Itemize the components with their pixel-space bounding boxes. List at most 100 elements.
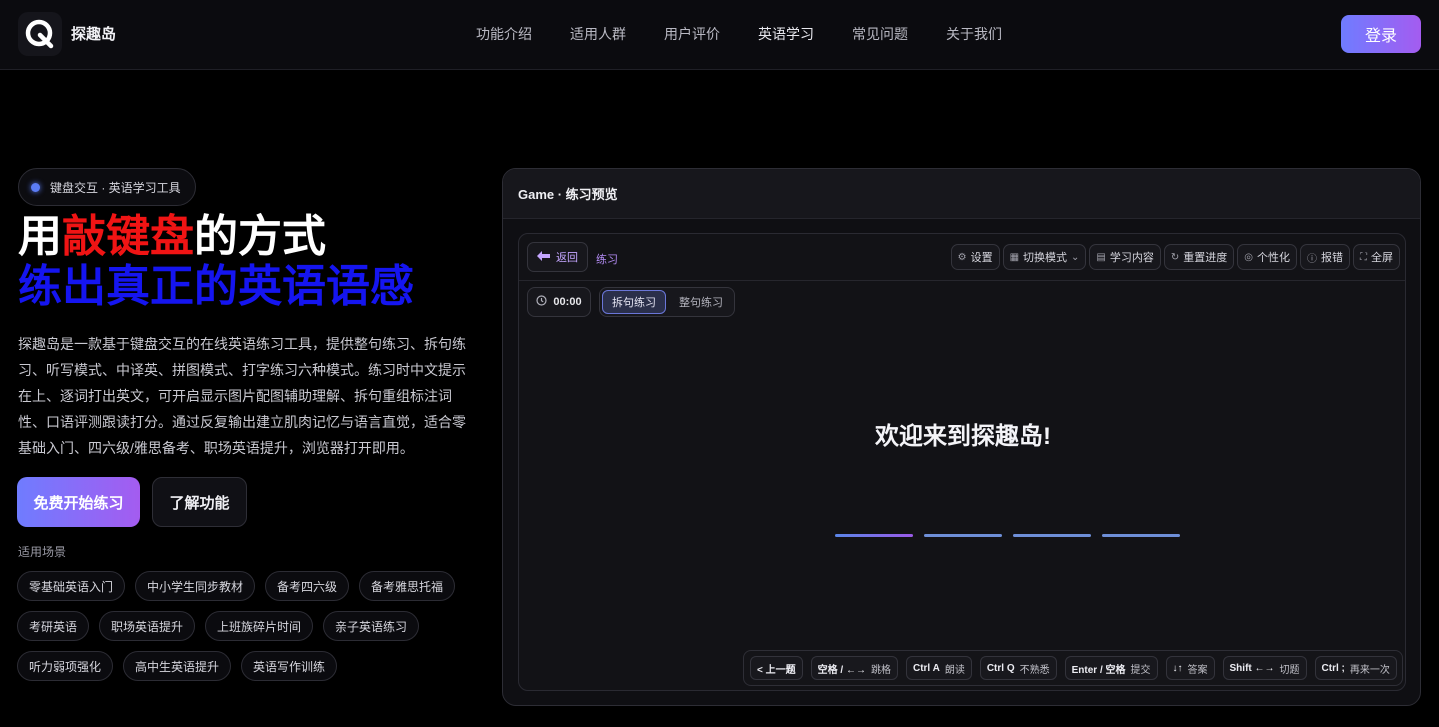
- timer: 00:00: [527, 287, 591, 317]
- game-toolbar: 返回 练习 ⚙ 设置 ▦ 切换模式 ⌄ ▤ 学习内容 ↻ 重置进度 ◎ 个性化 ⓘ 报错 ⛶ 全…: [519, 234, 1405, 281]
- status-dot-icon: [31, 182, 40, 192]
- tool-label: 学习内容: [1109, 252, 1154, 264]
- login-button[interactable]: 登录: [1341, 15, 1421, 53]
- scene-tag[interactable]: 备考四六级: [265, 571, 350, 601]
- shortcut-action: 答案: [1187, 664, 1208, 676]
- learn-features-button[interactable]: 了解功能: [152, 477, 247, 527]
- shortcut-read[interactable]: Ctrl A 朗读: [905, 656, 972, 680]
- settings-button[interactable]: ⚙ 设置: [950, 244, 1000, 270]
- word-slots: [835, 534, 1180, 537]
- shortcut-key: ↓↑: [1172, 662, 1183, 674]
- tool-label: 重置进度: [1183, 252, 1228, 264]
- nav-item-features[interactable]: 功能介绍: [476, 24, 532, 44]
- palette-icon: ◎: [1244, 251, 1253, 263]
- shortcut-action: 朗读: [944, 664, 965, 676]
- mode-switch: 拆句练习 整句练习: [599, 287, 735, 317]
- scene-tag[interactable]: 上班族碎片时间: [205, 611, 314, 641]
- hero-title-highlight: 敲键盘: [62, 212, 194, 261]
- tool-label: 设置: [970, 252, 993, 264]
- alert-icon: ⓘ: [1307, 253, 1317, 265]
- scene-tag[interactable]: 英语写作训练: [241, 651, 338, 681]
- shortcut-key: < 上一题: [757, 664, 796, 676]
- hero-subtitle: 练出真正的英语语感: [18, 262, 414, 311]
- shortcut-submit[interactable]: Enter / 空格 提交: [1064, 656, 1158, 680]
- shortcut-key: Ctrl Q: [986, 662, 1015, 674]
- start-practice-button[interactable]: 免费开始练习: [17, 477, 140, 527]
- shortcut-action: 提交: [1130, 664, 1151, 676]
- tool-buttons: ⚙ 设置 ▦ 切换模式 ⌄ ▤ 学习内容 ↻ 重置进度 ◎ 个性化 ⓘ 报错 ⛶ 全屏: [950, 244, 1400, 270]
- scene-tag[interactable]: 亲子英语练习: [323, 611, 420, 641]
- scenes-label: 适用场景: [18, 545, 67, 559]
- feature-pill: 键盘交互 · 英语学习工具: [18, 168, 196, 206]
- top-navbar: 探趣岛 功能介绍 适用人群 用户评价 英语学习 常见问题 关于我们 登录: [0, 0, 1439, 70]
- scene-tag[interactable]: 听力弱项强化: [17, 651, 114, 681]
- hero-title: 用敲键盘的方式: [18, 212, 326, 262]
- back-label: 返回: [556, 252, 578, 264]
- shortcut-previous[interactable]: < 上一题: [750, 656, 803, 680]
- study-content-button[interactable]: ▤ 学习内容: [1089, 244, 1161, 270]
- fullscreen-button[interactable]: ⛶ 全屏: [1353, 244, 1400, 270]
- tab-full-sentence[interactable]: 整句练习: [670, 290, 732, 314]
- shortcut-action: 切题: [1279, 664, 1300, 676]
- shortcut-key: Ctrl A: [912, 662, 940, 674]
- scene-tag[interactable]: 职场英语提升: [99, 611, 196, 641]
- back-button[interactable]: 返回: [527, 242, 588, 272]
- shortcut-action: 跳格: [870, 664, 891, 676]
- settings-icon: ⚙: [957, 251, 967, 263]
- game-preview-panel: Game · 练习预览 返回 练习 ⚙ 设置 ▦ 切换模式 ⌄ ▤ 学习内容 ↻ 重置进度…: [502, 168, 1421, 706]
- scene-tags: 零基础英语入门 中小学生同步教材 备考四六级 备考雅思托福 考研英语 职场英语提…: [17, 571, 487, 691]
- arrow-left-icon: [537, 250, 550, 264]
- logo-icon[interactable]: [18, 12, 62, 56]
- shortcut-skip[interactable]: 空格 / ←→ 跳格: [810, 656, 898, 680]
- grid-icon: ▦: [1009, 251, 1020, 263]
- fullscreen-icon: ⛶: [1360, 251, 1367, 263]
- reset-progress-button[interactable]: ↻ 重置进度: [1163, 244, 1235, 270]
- word-slot[interactable]: [1013, 534, 1091, 537]
- personalize-button[interactable]: ◎ 个性化: [1237, 244, 1297, 270]
- tool-label: 报错: [1321, 252, 1343, 264]
- brand-name[interactable]: 探趣岛: [71, 23, 116, 44]
- switch-mode-button[interactable]: ▦ 切换模式 ⌄: [1002, 244, 1087, 270]
- shortcut-retry[interactable]: Ctrl ; 再来一次: [1314, 656, 1397, 680]
- word-slot[interactable]: [924, 534, 1002, 537]
- tool-label: 全屏: [1371, 252, 1393, 264]
- hero-title-post: 的方式: [194, 212, 326, 261]
- shortcut-action: 再来一次: [1349, 664, 1390, 676]
- shortcut-key: Shift ←→: [1229, 662, 1275, 674]
- nav-item-about[interactable]: 关于我们: [946, 24, 1002, 44]
- shortcut-key: Enter / 空格: [1071, 664, 1126, 676]
- shortcut-action: 不熟悉: [1019, 664, 1050, 676]
- nav-item-reviews[interactable]: 用户评价: [664, 24, 720, 44]
- clock-icon: [536, 295, 548, 309]
- document-icon: ▤: [1096, 251, 1106, 263]
- shortcut-bar: < 上一题 空格 / ←→ 跳格 Ctrl A 朗读 Ctrl Q 不熟悉 Enter…: [743, 650, 1403, 686]
- report-error-button[interactable]: ⓘ 报错: [1300, 244, 1350, 270]
- word-slot[interactable]: [835, 534, 913, 537]
- chevron-down-icon: ⌄: [1071, 251, 1080, 263]
- shortcut-answer[interactable]: ↓↑ 答案: [1165, 656, 1215, 680]
- scene-tag[interactable]: 中小学生同步教材: [135, 571, 256, 601]
- hero-description: 探趣岛是一款基于键盘交互的在线英语练习工具，提供整句练习、拆句练习、听写模式、中…: [18, 336, 466, 456]
- welcome-message: 欢迎来到探趣岛!: [875, 423, 1051, 450]
- refresh-icon: ↻: [1170, 251, 1180, 263]
- shortcut-key: 空格 / ←→: [817, 664, 866, 676]
- tool-label: 个性化: [1257, 252, 1290, 264]
- shortcut-switch-question[interactable]: Shift ←→ 切题: [1222, 656, 1307, 680]
- timer-value: 00:00: [553, 296, 582, 308]
- nav-item-english-learning[interactable]: 英语学习: [758, 24, 814, 44]
- tab-split-sentence[interactable]: 拆句练习: [602, 290, 666, 314]
- word-slot[interactable]: [1102, 534, 1180, 537]
- practice-label: 练习: [596, 254, 618, 266]
- feature-pill-label: 键盘交互 · 英语学习工具: [50, 180, 181, 195]
- nav-item-faq[interactable]: 常见问题: [852, 24, 908, 44]
- game-area: 返回 练习 ⚙ 设置 ▦ 切换模式 ⌄ ▤ 学习内容 ↻ 重置进度 ◎ 个性化 ⓘ 报错 ⛶ 全…: [518, 233, 1406, 691]
- nav-item-audience[interactable]: 适用人群: [570, 24, 626, 44]
- scene-tag[interactable]: 零基础英语入门: [17, 571, 126, 601]
- hero-title-pre: 用: [18, 212, 62, 261]
- panel-title: Game · 练习预览: [503, 169, 1420, 219]
- shortcut-unfamiliar[interactable]: Ctrl Q 不熟悉: [979, 656, 1057, 680]
- scene-tag[interactable]: 高中生英语提升: [123, 651, 232, 681]
- shortcut-key: Ctrl ;: [1321, 662, 1345, 674]
- scene-tag[interactable]: 考研英语: [17, 611, 90, 641]
- scene-tag[interactable]: 备考雅思托福: [359, 571, 456, 601]
